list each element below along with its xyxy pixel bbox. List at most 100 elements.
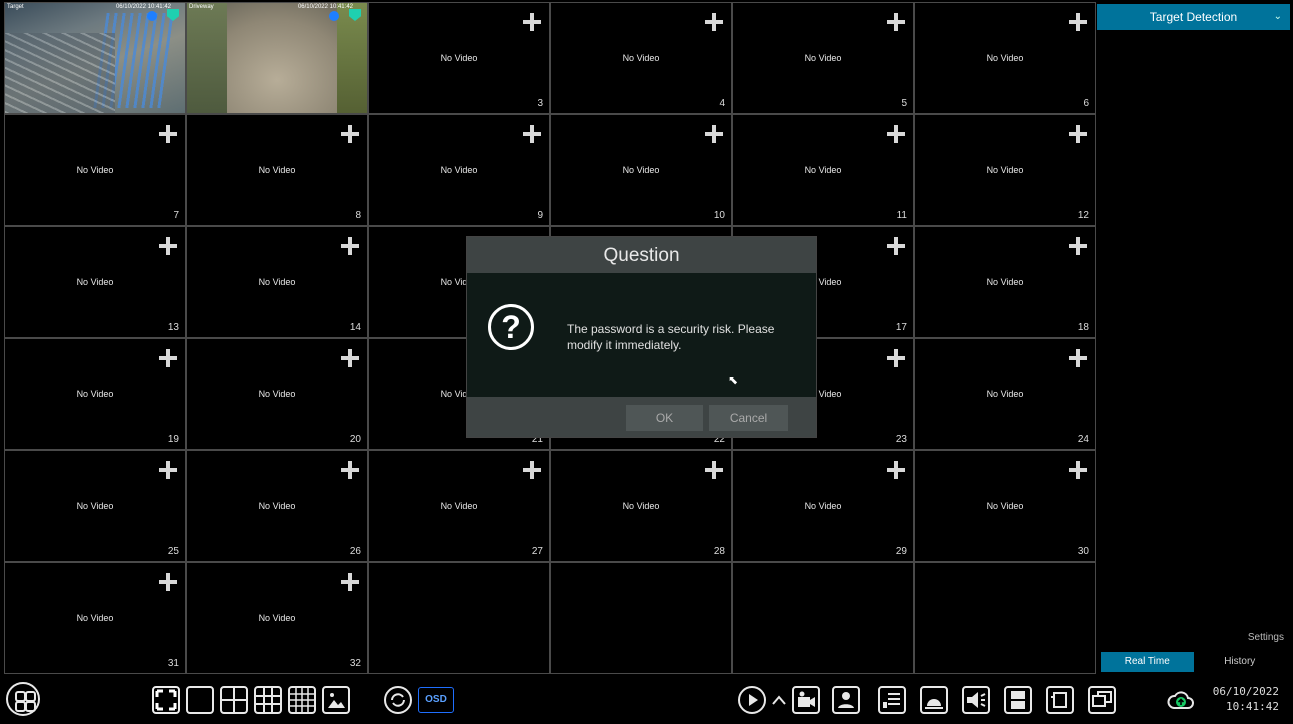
camera-tile[interactable]: No Video 10 — [551, 115, 731, 225]
add-camera-icon[interactable] — [887, 461, 905, 479]
camera-tile[interactable]: No Video 8 — [187, 115, 367, 225]
layout-16-icon[interactable] — [288, 686, 316, 714]
channel-number: 3 — [537, 98, 543, 109]
add-camera-icon[interactable] — [887, 237, 905, 255]
camera-tile-empty[interactable] — [369, 563, 549, 673]
add-camera-icon[interactable] — [159, 237, 177, 255]
camera-tile-empty[interactable] — [551, 563, 731, 673]
alarm-light-icon[interactable] — [920, 686, 948, 714]
panel-tabs: Real Time History — [1101, 652, 1286, 672]
channel-number: 6 — [1083, 98, 1089, 109]
camera-tile[interactable]: No Video 24 — [915, 339, 1095, 449]
camera-tile[interactable]: No Video 12 — [915, 115, 1095, 225]
add-camera-icon[interactable] — [1069, 349, 1087, 367]
add-camera-icon[interactable] — [705, 125, 723, 143]
cancel-button[interactable]: Cancel — [709, 405, 788, 431]
camera-tile[interactable]: No Video 4 — [551, 3, 731, 113]
camera-tile-empty[interactable] — [915, 563, 1095, 673]
layout-4-icon[interactable] — [220, 686, 248, 714]
add-camera-icon[interactable] — [341, 461, 359, 479]
playback-icon[interactable] — [738, 686, 766, 714]
add-camera-icon[interactable] — [159, 349, 177, 367]
tab-history[interactable]: History — [1194, 652, 1287, 672]
add-camera-icon[interactable] — [523, 461, 541, 479]
no-video-label: No Video — [622, 501, 660, 511]
speaker-icon[interactable] — [962, 686, 990, 714]
camera-tile[interactable]: No Video 32 — [187, 563, 367, 673]
add-camera-icon[interactable] — [887, 349, 905, 367]
settings-link[interactable]: Settings — [1248, 632, 1284, 643]
camera-tile-empty[interactable] — [733, 563, 913, 673]
channel-number: 19 — [167, 434, 179, 445]
camera-tile[interactable]: No Video 26 — [187, 451, 367, 561]
camera-tile[interactable]: No Video 5 — [733, 3, 913, 113]
camera-tile[interactable]: No Video 30 — [915, 451, 1095, 561]
camera-tile[interactable]: No Video 7 — [5, 115, 185, 225]
osd-button[interactable]: OSD — [418, 687, 454, 713]
sequence-icon[interactable] — [384, 686, 412, 714]
camera-tile[interactable]: No Video 14 — [187, 227, 367, 337]
add-camera-icon[interactable] — [341, 125, 359, 143]
camera-tile-live[interactable]: Driveway 06/10/2022 10:41:42 — [187, 3, 367, 113]
camera-tile[interactable]: No Video 20 — [187, 339, 367, 449]
camera-tile[interactable]: No Video 28 — [551, 451, 731, 561]
no-video-label: No Video — [76, 613, 114, 623]
audio-output-icon[interactable] — [1046, 686, 1074, 714]
camera-tile[interactable]: No Video 3 — [369, 3, 549, 113]
cloud-upgrade-icon[interactable] — [1167, 688, 1195, 712]
camera-timestamp: 06/10/2022 10:41:42 — [297, 4, 353, 10]
channel-number: 29 — [895, 546, 907, 557]
camera-tile[interactable]: No Video 13 — [5, 227, 185, 337]
tab-real-time[interactable]: Real Time — [1101, 652, 1194, 672]
add-camera-icon[interactable] — [159, 461, 177, 479]
layout-1-icon[interactable] — [186, 686, 214, 714]
add-camera-icon[interactable] — [159, 125, 177, 143]
record-status-icon — [349, 9, 361, 21]
no-video-label: No Video — [622, 165, 660, 175]
camera-tile[interactable]: No Video 31 — [5, 563, 185, 673]
add-camera-icon[interactable] — [341, 573, 359, 591]
camera-tile[interactable]: No Video 27 — [369, 451, 549, 561]
add-camera-icon[interactable] — [1069, 461, 1087, 479]
add-camera-icon[interactable] — [705, 461, 723, 479]
face-detection-icon[interactable] — [832, 686, 860, 714]
add-camera-icon[interactable] — [523, 125, 541, 143]
channel-number: 24 — [1077, 434, 1089, 445]
add-camera-icon[interactable] — [159, 573, 177, 591]
add-camera-icon[interactable] — [887, 13, 905, 31]
chevron-up-icon[interactable] — [770, 690, 788, 710]
ok-button[interactable]: OK — [626, 405, 703, 431]
camera-tile[interactable]: No Video 19 — [5, 339, 185, 449]
no-video-label: No Video — [986, 53, 1024, 63]
add-camera-icon[interactable] — [1069, 13, 1087, 31]
start-menu-button[interactable] — [6, 682, 40, 716]
channel-number: 25 — [167, 546, 179, 557]
camera-tile[interactable]: No Video 11 — [733, 115, 913, 225]
add-camera-icon[interactable] — [341, 349, 359, 367]
side-panel: Target Detection ⌄ Settings Real Time Hi… — [1097, 2, 1290, 674]
camera-tile-live[interactable]: Target 06/10/2022 10:41:42 — [5, 3, 185, 113]
add-camera-icon[interactable] — [523, 13, 541, 31]
no-video-label: No Video — [440, 501, 478, 511]
multi-screen-icon[interactable] — [1088, 686, 1116, 714]
disk-icon[interactable] — [1004, 686, 1032, 714]
no-video-label: No Video — [258, 165, 296, 175]
add-camera-icon[interactable] — [1069, 237, 1087, 255]
layout-9-icon[interactable] — [254, 686, 282, 714]
camera-tile[interactable]: No Video 18 — [915, 227, 1095, 337]
camera-tile[interactable]: No Video 6 — [915, 3, 1095, 113]
channel-number: 32 — [349, 658, 361, 669]
add-camera-icon[interactable] — [341, 237, 359, 255]
camera-tile[interactable]: No Video 29 — [733, 451, 913, 561]
fullscreen-icon[interactable] — [152, 686, 180, 714]
camera-tile[interactable]: No Video 9 — [369, 115, 549, 225]
event-log-icon[interactable] — [878, 686, 906, 714]
target-detection-dropdown[interactable]: Target Detection ⌄ — [1097, 4, 1290, 30]
camera-tile[interactable]: No Video 25 — [5, 451, 185, 561]
add-camera-icon[interactable] — [705, 13, 723, 31]
add-camera-icon[interactable] — [1069, 125, 1087, 143]
add-camera-icon[interactable] — [887, 125, 905, 143]
channel-number: 31 — [167, 658, 179, 669]
layout-custom-icon[interactable] — [322, 686, 350, 714]
record-icon[interactable] — [792, 686, 820, 714]
